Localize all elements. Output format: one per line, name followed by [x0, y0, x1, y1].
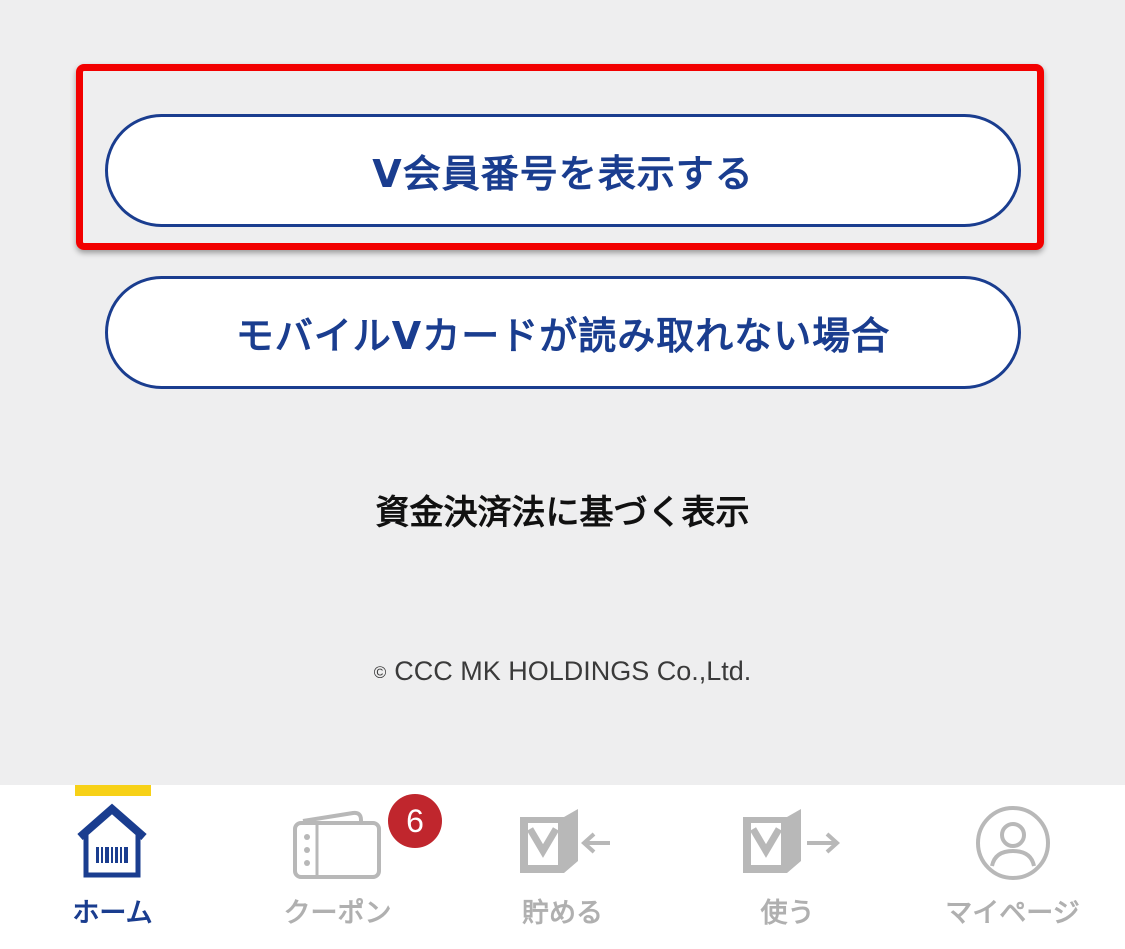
card-unreadable-label: モバイルVカードが読み取れない場合	[235, 314, 891, 358]
user-profile-icon	[976, 806, 1050, 880]
use-points-icon	[743, 809, 840, 873]
tab-home[interactable]: ホーム	[0, 785, 225, 949]
coupon-book-icon	[293, 810, 381, 879]
active-tab-indicator	[75, 785, 151, 796]
tab-coupon-label: クーポン	[283, 898, 392, 929]
show-member-number-label: V会員番号を表示する	[372, 152, 754, 196]
tab-home-label: ホーム	[72, 898, 153, 929]
payment-act-notice-link[interactable]: 資金決済法に基づく表示	[0, 485, 1125, 534]
card-unreadable-button[interactable]: モバイルVカードが読み取れない場合	[105, 276, 1021, 389]
copyright-symbol: ©	[373, 662, 387, 682]
show-member-number-button[interactable]: V会員番号を表示する	[105, 114, 1021, 227]
bottom-tab-bar: ホーム クーポン 貯める 使う マイページ	[0, 785, 1125, 949]
tab-earn-label: 貯める	[522, 898, 603, 929]
tab-use[interactable]: 使う	[675, 785, 900, 949]
main-content: V会員番号を表示する モバイルVカードが読み取れない場合 資金決済法に基づく表示…	[0, 0, 1125, 785]
tab-use-label: 使う	[760, 898, 815, 929]
tab-mypage[interactable]: マイページ	[900, 785, 1125, 949]
home-barcode-icon	[77, 803, 147, 878]
coupon-count-badge: 6	[388, 794, 442, 848]
copyright-text: © CCC MK HOLDINGS Co.,Ltd.	[0, 656, 1125, 687]
copyright-holder: CCC MK HOLDINGS Co.,Ltd.	[394, 656, 752, 686]
tab-mypage-label: マイページ	[945, 898, 1080, 929]
tab-earn[interactable]: 貯める	[450, 785, 675, 949]
earn-points-icon	[520, 809, 610, 873]
